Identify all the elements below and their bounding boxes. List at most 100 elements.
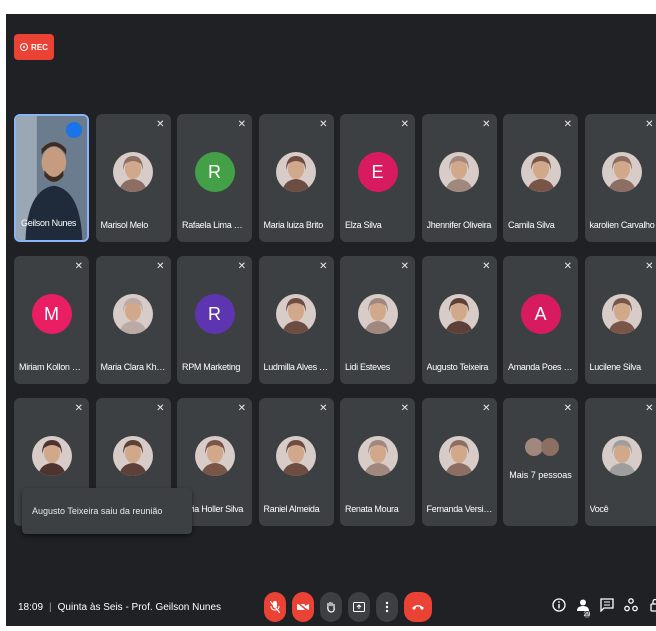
participant-tile[interactable]: ✕ Ludmilla Alves Si... [258, 256, 334, 384]
participant-name: Maria luiza Brito [263, 220, 324, 230]
mic-muted-icon: ✕ [237, 119, 246, 130]
activities-icon [624, 598, 638, 612]
participant-tile[interactable]: ✕ A Amanda Poes Sa... [503, 256, 578, 384]
camera-off-icon [297, 602, 309, 612]
avatar-group [524, 438, 561, 462]
present-icon [353, 602, 365, 612]
mic-muted-icon: ✕ [482, 119, 491, 130]
avatar [276, 152, 316, 192]
avatar [357, 294, 398, 334]
participant-name: Você [589, 504, 609, 514]
meeting-details-button[interactable] [552, 598, 566, 626]
more-options-button[interactable] [376, 592, 398, 622]
mic-muted-icon: ✕ [482, 403, 491, 414]
leave-call-button[interactable] [404, 592, 432, 622]
participant-name: RPM Marketing [182, 362, 241, 372]
avatar: A [520, 294, 561, 334]
participant-tile[interactable]: ✕ E Elza Silva [340, 114, 415, 242]
avatar [276, 436, 316, 476]
mic-muted-icon: ✕ [400, 403, 409, 414]
mic-muted-icon: ✕ [237, 403, 246, 414]
host-controls-button[interactable] [648, 598, 656, 626]
mic-muted-icon: ✕ [400, 261, 409, 272]
mic-muted-icon: ✕ [156, 261, 165, 272]
participant-name: Marisol Melo [100, 220, 149, 230]
participant-name: Augusto Teixeira [426, 362, 489, 372]
participant-name: Maria Clara Kho... [100, 362, 167, 372]
participant-tile[interactable]: ✕ R RPM Marketing [177, 256, 252, 384]
participant-tile[interactable]: Geilson Nunes [14, 114, 89, 242]
avatar [602, 152, 642, 192]
participant-tile[interactable]: ✕ Fernanda Versiani [421, 398, 497, 526]
meeting-time: 18:09 [18, 602, 44, 613]
participant-tile[interactable]: ✕ Maria Clara Kho... [95, 256, 171, 384]
hand-icon [327, 602, 335, 613]
recording-label: REC [31, 42, 48, 52]
participant-name: Miriam Kollon Me... [19, 362, 85, 372]
participant-tile[interactable]: ✕ Marisol Melo [95, 114, 171, 242]
people-button[interactable]: 29 [576, 598, 591, 626]
meeting-info: 18:09 | Quinta às Seis - Prof. Geilson Nun… [18, 602, 221, 613]
avatar [31, 436, 72, 476]
avatar [439, 436, 479, 476]
more-vert-icon [385, 601, 389, 613]
mic-muted-icon: ✕ [319, 119, 328, 130]
participant-name: Lidi Esteves [345, 362, 390, 372]
participant-name: Renata Moura [345, 504, 399, 514]
avatar [602, 436, 642, 476]
more-participants-tile[interactable]: ✕ Mais 7 pessoas [503, 398, 578, 526]
mic-off-button[interactable] [264, 592, 286, 622]
chat-button[interactable] [600, 598, 614, 626]
participant-tile[interactable]: ✕ Você [584, 398, 656, 526]
avatar [439, 294, 479, 334]
participant-name: Camila Silva [508, 220, 555, 230]
activities-button[interactable] [624, 598, 638, 626]
meeting-title: Quinta às Seis - Prof. Geilson Nunes [57, 602, 222, 613]
people-icon [577, 599, 589, 611]
present-button[interactable] [348, 592, 370, 622]
mic-muted-icon: ✕ [563, 119, 572, 130]
meet-window: REC Geilson Nunes ✕ Marisol Melo ✕ R Rafaela … [6, 14, 656, 626]
participant-name: Geilson Nunes [21, 218, 77, 228]
participant-tile[interactable]: ✕ Maria luiza Brito [258, 114, 334, 242]
participant-tile[interactable]: ✕ Lidi Esteves [340, 256, 415, 384]
mic-muted-icon: ✕ [74, 403, 83, 414]
avatar: M [31, 294, 72, 334]
avatar [194, 436, 235, 476]
participant-name: Jhennifer Oliveira [426, 220, 492, 230]
mic-muted-icon: ✕ [319, 261, 328, 272]
avatar [276, 294, 316, 334]
mic-muted-icon: ✕ [319, 403, 328, 414]
record-icon [20, 43, 29, 51]
participant-name: Amanda Poes Sa... [508, 362, 574, 372]
avatar: R [194, 294, 235, 334]
participant-tile[interactable]: ✕ Lucilene Silva [584, 256, 656, 384]
recording-badge: REC [14, 34, 54, 60]
participant-tile[interactable]: ✕ Augusto Teixeira [421, 256, 497, 384]
mic-off-icon [270, 601, 280, 613]
bottom-bar: 18:09 | Quinta às Seis - Prof. Geilson Nun… [6, 590, 656, 626]
mic-muted-icon: ✕ [645, 261, 654, 272]
participant-tile[interactable]: ✕ Camila Silva [503, 114, 578, 242]
mic-muted-icon: ✕ [237, 261, 246, 272]
participant-tile[interactable]: ✕ Renata Moura [340, 398, 415, 526]
mic-muted-icon: ✕ [563, 403, 572, 414]
mic-muted-icon: ✕ [645, 403, 654, 414]
avatar [520, 152, 561, 192]
participant-name: Elza Silva [345, 220, 382, 230]
avatar [113, 436, 153, 476]
participant-tile[interactable]: ✕ R Rafaela Lima Sou... [177, 114, 252, 242]
avatar [602, 294, 642, 334]
call-controls [264, 592, 432, 622]
participant-tile[interactable]: ✕ Jhennifer Oliveira [421, 114, 497, 242]
camera-off-button[interactable] [292, 592, 314, 622]
avatar [113, 294, 153, 334]
raise-hand-button[interactable] [320, 592, 342, 622]
participant-tile[interactable]: ✕ M Miriam Kollon Me... [14, 256, 89, 384]
participant-tile[interactable]: ✕ karolien Carvalho [584, 114, 656, 242]
participant-tile[interactable]: ✕ Raniel Almeida [258, 398, 334, 526]
avatar: R [194, 152, 235, 192]
mic-muted-icon: ✕ [645, 119, 654, 130]
mic-muted-icon: ✕ [563, 261, 572, 272]
participant-name: Rafaela Lima Sou... [182, 220, 248, 230]
